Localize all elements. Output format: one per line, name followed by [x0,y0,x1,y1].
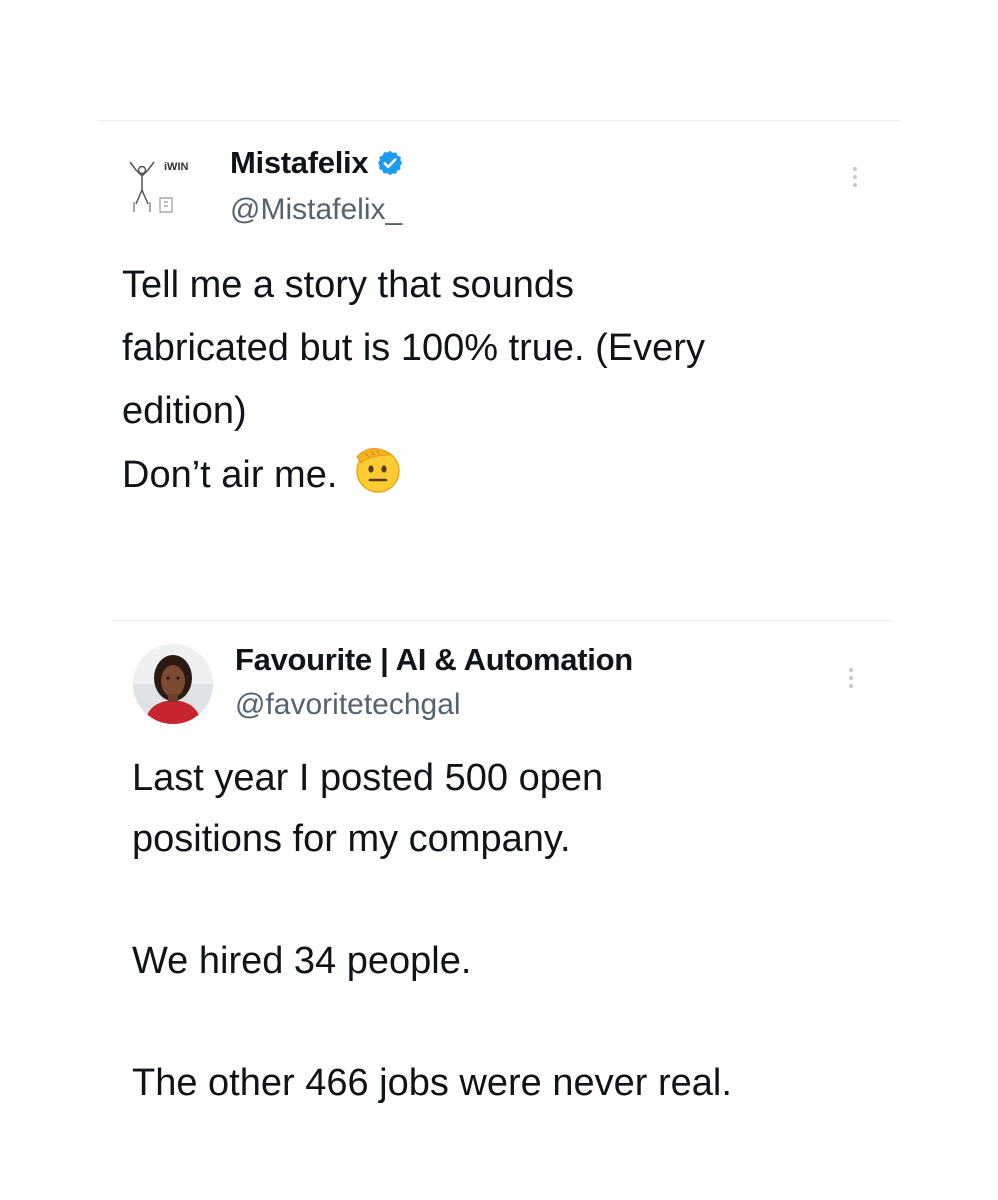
display-name[interactable]: Favourite | AI & Automation [235,642,633,678]
tweet-text-line: fabricated but is 100% true. (Every [122,327,705,369]
tweet-text-line: positions for my company. [132,818,571,860]
verified-badge-icon [378,150,403,176]
profile-photo-icon [133,644,213,724]
tweet-text-line: We hired 34 people. [132,940,472,982]
name-row: Mistafelix [230,143,404,183]
saluting-face-emoji-icon [351,443,403,515]
handle[interactable]: @Mistafelix_ [230,193,402,227]
avatar-logo-icon: iWIN [129,161,188,213]
svg-text:iWIN: iWIN [164,161,188,173]
tweet-mistafelix: iWIN Mistafelix @Mistafelix_ Tell me a s… [0,0,998,600]
tweet-text-line: The other 466 jobs were never real. [132,1062,732,1104]
more-options-icon[interactable] [846,668,856,688]
tweet-text-line: Tell me a story that sounds [122,264,574,306]
tweet-text-line: Don’t air me. [122,454,338,496]
tweet-text-line: Last year I posted 500 open [132,757,604,799]
avatar[interactable] [133,644,213,724]
tweet-text-last-line: Don’t air me. [122,443,705,515]
display-name[interactable]: Mistafelix [230,145,369,181]
tweet-text: Tell me a story that sounds fabricated b… [122,254,705,515]
tweet-favoritetechgal: Favourite | AI & Automation @favoritetec… [0,620,998,1200]
avatar[interactable]: iWIN [120,150,200,230]
tweet-text: Last year I posted 500 open positions fo… [132,748,732,1114]
tweet-text-line: edition) [122,390,247,432]
name-row: Favourite | AI & Automation [235,640,633,680]
handle[interactable]: @favoritetechgal [235,688,461,722]
more-options-icon[interactable] [850,167,860,187]
